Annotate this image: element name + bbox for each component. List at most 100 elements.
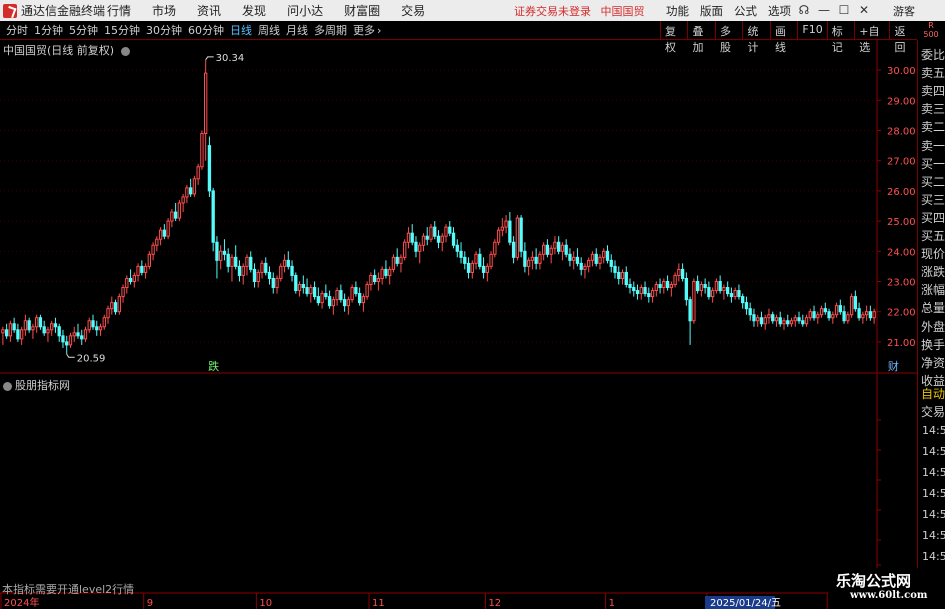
- candle-body: [868, 311, 873, 319]
- user-label[interactable]: 游客: [893, 3, 915, 19]
- tf-5min[interactable]: 5分钟: [69, 22, 98, 38]
- close-icon[interactable]: ✕: [854, 2, 874, 18]
- watermark-title: 乐淘公式网: [836, 572, 912, 590]
- menu-xuanxiang[interactable]: 选项: [768, 3, 791, 19]
- candle-body: [557, 241, 561, 252]
- candle-body: [583, 265, 587, 270]
- candle-body: [692, 280, 696, 322]
- btn-zixuan[interactable]: +自选: [854, 21, 889, 54]
- chevron-right-icon[interactable]: ›: [377, 24, 381, 37]
- candle-body: [617, 271, 621, 279]
- candle-body: [117, 296, 121, 313]
- btn-huaxian[interactable]: 画线: [769, 21, 797, 54]
- btn-fanhui[interactable]: 返回: [889, 21, 916, 54]
- candle-body: [279, 265, 283, 279]
- btn-tongji[interactable]: 统计: [742, 21, 769, 54]
- candle-body: [793, 317, 797, 322]
- menu-faxian[interactable]: 发现: [242, 2, 266, 19]
- candle-body: [147, 253, 152, 267]
- low-marker: [66, 353, 75, 358]
- candle-body: [350, 287, 354, 301]
- btn-biaoji[interactable]: 标记: [826, 21, 854, 54]
- candle-body: [327, 296, 332, 307]
- candle-body: [301, 284, 305, 289]
- candle-body: [12, 323, 16, 331]
- candle-body: [786, 320, 790, 325]
- menu-caifuquan[interactable]: 财富圈: [344, 2, 380, 19]
- candle-body: [271, 277, 275, 289]
- menu-banmian[interactable]: 版面: [700, 3, 723, 19]
- candle-body: [511, 241, 516, 258]
- menu-hangqing[interactable]: 行情: [107, 2, 131, 19]
- quote-label: 涨跌: [921, 265, 945, 280]
- menu-shichang[interactable]: 市场: [152, 2, 176, 19]
- btn-duogu[interactable]: 多股: [714, 21, 742, 54]
- candle-body: [722, 287, 726, 292]
- candle-body: [609, 259, 613, 267]
- quote-label: 现价: [921, 247, 945, 262]
- headset-icon[interactable]: ☊: [794, 2, 814, 18]
- candle-body: [230, 256, 234, 267]
- broker-status[interactable]: 证券交易未登录: [514, 5, 591, 18]
- tf-30min[interactable]: 30分钟: [146, 22, 182, 38]
- quote-panel: 委比 卖五 卖四 卖三 卖二 卖一 买一 买二 买三 买四 买五 现价 涨跌 涨幅 总量 外盘 换手 净资 收益 自动…: [917, 40, 945, 609]
- candle-body: [406, 232, 411, 243]
- tf-more[interactable]: 更多: [353, 22, 375, 38]
- tf-fenshi[interactable]: 分时: [6, 22, 28, 38]
- menu-wenxiaoda[interactable]: 问小达: [287, 2, 323, 19]
- candle-body: [602, 250, 606, 258]
- tab-auto[interactable]: 自动: [921, 385, 945, 402]
- candle-body: [812, 311, 816, 319]
- candle-body: [478, 253, 482, 267]
- candle-body: [46, 329, 50, 334]
- candle-body: [219, 250, 223, 261]
- candle-body: [8, 323, 13, 337]
- menu-gongshi[interactable]: 公式: [734, 3, 757, 19]
- candle-body: [264, 262, 268, 273]
- quote-label: 卖五: [921, 66, 945, 81]
- candle-body: [200, 133, 204, 168]
- candle-body: [19, 329, 24, 340]
- btn-diejia[interactable]: 叠加: [687, 21, 714, 54]
- tf-60min[interactable]: 60分钟: [188, 22, 224, 38]
- candle-body: [132, 274, 136, 282]
- price-axis: 21.00 22.00 23.00 24.00 25.00 26.00 27.00 28.00…: [877, 66, 916, 566]
- quote-label: 买五: [921, 229, 945, 243]
- tf-15min[interactable]: 15分钟: [104, 22, 140, 38]
- candle-body: [87, 320, 91, 331]
- candle-body: [421, 235, 426, 246]
- menu-jiaoyi[interactable]: 交易: [401, 2, 425, 19]
- btn-f10[interactable]: F10: [797, 21, 826, 39]
- candle-body: [613, 265, 617, 273]
- maximize-icon[interactable]: ☐: [834, 2, 854, 18]
- candle-body: [560, 244, 565, 252]
- btn-fuquan[interactable]: 复权: [660, 21, 687, 54]
- x-tick-label: 2025/01/24/五: [710, 598, 781, 609]
- tf-multi[interactable]: 多周期: [314, 22, 347, 38]
- tf-monthly[interactable]: 月线: [286, 22, 308, 38]
- tf-weekly[interactable]: 周线: [258, 22, 280, 38]
- kline-chart[interactable]: 21.00 22.00 23.00 24.00 25.00 26.00 27.00 28.00…: [0, 40, 917, 609]
- menu-zixun[interactable]: 资讯: [197, 2, 221, 19]
- candle-body: [455, 244, 459, 252]
- tf-1min[interactable]: 1分钟: [34, 22, 63, 38]
- trade-time: 14:56: [922, 508, 945, 521]
- quote-label: 卖二: [921, 120, 945, 135]
- x-tick-label: 9: [147, 598, 153, 609]
- quote-label: 买四: [921, 210, 945, 225]
- minimize-icon[interactable]: —: [814, 2, 834, 18]
- tab-trade[interactable]: 交易: [921, 403, 945, 420]
- watermark-url: www.60lt.com: [850, 590, 928, 601]
- candle-body: [797, 317, 801, 322]
- candle-body: [312, 287, 317, 298]
- indicator-name: 股朋指标网: [15, 379, 70, 392]
- indicator-settings-icon[interactable]: [3, 381, 12, 391]
- tf-daily[interactable]: 日线: [230, 22, 252, 38]
- quote-label: 卖一: [921, 138, 945, 153]
- candle-body: [162, 229, 167, 237]
- menu-gongneng[interactable]: 功能: [666, 3, 689, 19]
- trade-time: 14:56: [922, 487, 945, 500]
- y-tick-label: 21.00: [887, 338, 916, 349]
- candle-body: [789, 320, 794, 325]
- level-badge: R 500: [917, 21, 945, 40]
